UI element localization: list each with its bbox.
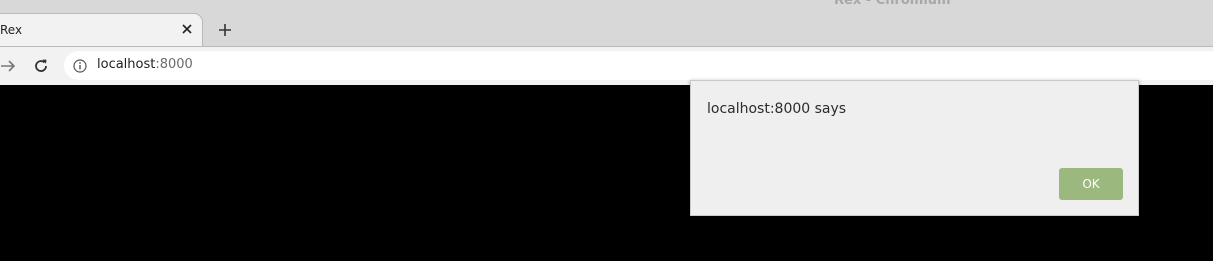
url-port: :8000	[155, 57, 193, 72]
address-bar[interactable]: localhost:8000	[64, 51, 1213, 80]
url-text: localhost:8000	[97, 57, 193, 72]
dialog-message: localhost:8000 says	[707, 101, 847, 117]
tab-strip: Rex - Chromium Rex	[0, 0, 1213, 47]
tab-title: Rex	[0, 23, 23, 37]
info-icon[interactable]	[73, 58, 87, 73]
close-icon[interactable]	[179, 21, 195, 37]
reload-icon[interactable]	[31, 56, 51, 76]
tab-rex[interactable]: Rex	[0, 13, 203, 47]
url-host: localhost	[97, 57, 156, 72]
plus-icon[interactable]	[215, 20, 235, 40]
alert-dialog: localhost:8000 says OK	[690, 80, 1139, 216]
ok-button[interactable]: OK	[1059, 168, 1123, 200]
window-title: Rex - Chromium	[834, 0, 951, 8]
arrow-right-icon[interactable]	[0, 56, 18, 76]
